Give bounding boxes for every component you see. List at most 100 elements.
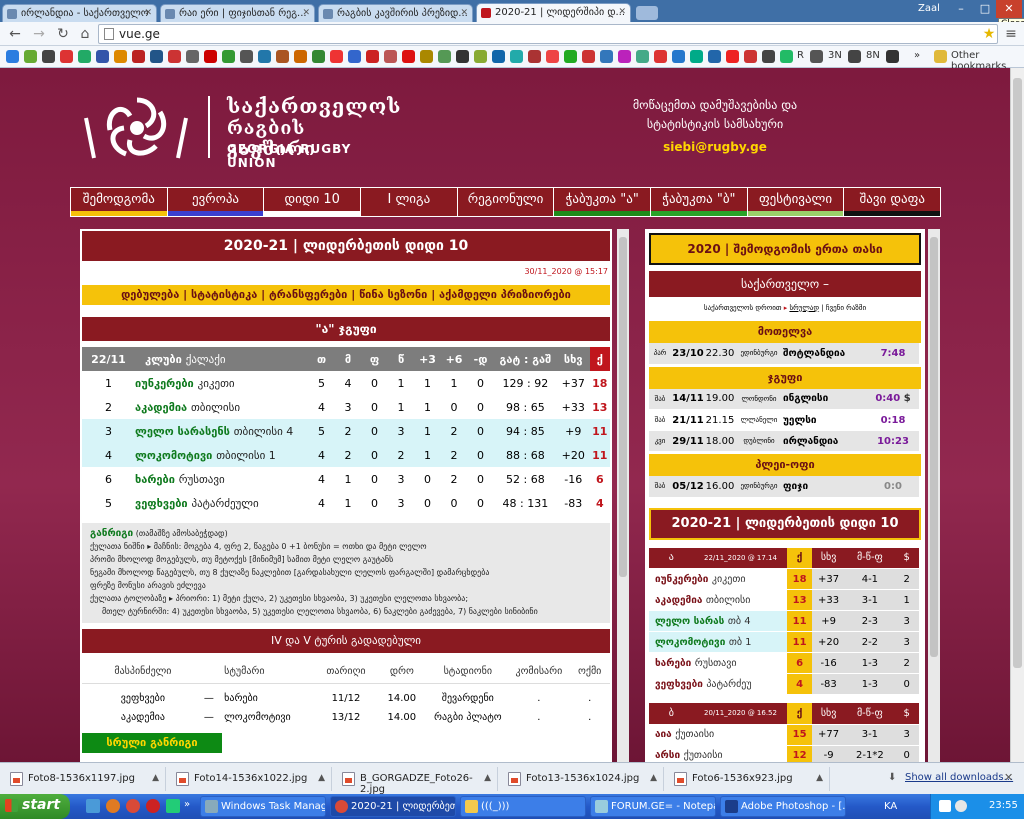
close-window-icon[interactable]: ✕ [996, 0, 1022, 18]
bookmark-icon[interactable] [762, 50, 775, 63]
link-statistics[interactable]: სტატისტიკა [191, 288, 257, 301]
taskbar-item[interactable]: Windows Task Manager [200, 796, 326, 817]
download-item[interactable]: Foto8-1536x1197.jpg ▲ [6, 767, 166, 791]
chevron-up-icon[interactable]: ▲ [816, 773, 823, 783]
bookmark-icon[interactable] [618, 50, 631, 63]
table-row[interactable]: 5 ვეფხვები პატარძეული 4 1 0 3 0 0 0 48 : 131 -83 4 [82, 491, 610, 515]
team-name[interactable]: აია [655, 729, 672, 740]
bookmark-icon[interactable] [384, 50, 397, 63]
maximize-icon[interactable]: □ [972, 0, 998, 18]
bookmark-icon[interactable] [848, 50, 861, 63]
link-prize-winners[interactable]: აქამდელი პრიზიორები [439, 288, 571, 301]
download-item[interactable]: B_GORGADZE_Foto26-2.jpg ▲ [338, 767, 498, 795]
match-row[interactable]: პარ 23/10 22.30 ედინბურგი შოტლანდია 7:48 [649, 343, 919, 365]
scrollbar-thumb[interactable] [619, 237, 627, 577]
bookmark-icon[interactable] [366, 50, 379, 63]
bookmark-icon[interactable] [438, 50, 451, 63]
table-row[interactable]: 1 იუნკერები კიკეთი 5 4 0 1 1 1 0 129 : 92 +37 18 [82, 371, 610, 395]
show-all-downloads-link[interactable]: Show all downloads... [905, 772, 1013, 783]
clock[interactable]: 23:55 [989, 800, 1018, 811]
bookmark-icon[interactable] [474, 50, 487, 63]
link-transfers[interactable]: ტრანსფერები [269, 288, 347, 301]
bookmark-icon[interactable] [96, 50, 109, 63]
bookmark-icon[interactable] [24, 50, 37, 63]
bookmark-icon[interactable] [258, 50, 271, 63]
firefox-icon[interactable] [106, 799, 120, 813]
bookmark-icon[interactable] [654, 50, 667, 63]
bookmark-icon[interactable] [6, 50, 19, 63]
bookmark-icon[interactable] [510, 50, 523, 63]
bookmark-icon[interactable] [690, 50, 703, 63]
bookmark-icon[interactable] [672, 50, 685, 63]
team-name[interactable]: არსი [655, 750, 680, 761]
close-tab-icon[interactable]: ✕ [618, 7, 626, 17]
menu-icon[interactable]: ≡ [1002, 25, 1020, 43]
bookmark-icon[interactable] [222, 50, 235, 63]
schedule-link[interactable]: განრიგი [90, 528, 133, 539]
chevron-up-icon[interactable]: ▲ [650, 773, 657, 783]
nav-youth-b[interactable]: ჭაბუკთა "ბ" [651, 188, 748, 216]
bookmark-icon[interactable] [276, 50, 289, 63]
browser-tab[interactable]: რაგბის კავშირის პრეზიდ... ✕ [318, 4, 473, 22]
browser-tab-active[interactable]: 2020-21 | ლიდერშიპი დ... ✕ [476, 3, 631, 22]
nav-europe[interactable]: ევროპა [167, 188, 265, 216]
bookmark-icon[interactable] [150, 50, 163, 63]
bookmark-icon[interactable] [240, 50, 253, 63]
table-row[interactable]: ლელო სარას თბ 4 11 +9 2-3 3 [649, 610, 919, 632]
taskbar-item[interactable]: (((_))) [460, 796, 586, 817]
download-item[interactable]: Foto6-1536x923.jpg ▲ [670, 767, 830, 791]
table-row[interactable]: ვეფხვები პატარძეუ 4 -83 1-3 0 [649, 673, 919, 695]
bookmark-icon[interactable] [492, 50, 505, 63]
table-row[interactable]: არსი ქუთაისი 12 -9 2-1*2 0 [649, 745, 919, 762]
match-row[interactable]: შაბ 21/11 21.15 ლლანელი უელსი 0:18 [649, 409, 919, 431]
reload-icon[interactable]: ↻ [54, 25, 72, 43]
team-name[interactable]: ლელო სარასენს [135, 425, 230, 438]
language-indicator[interactable]: KA [884, 801, 897, 812]
table-row[interactable]: აია ქუთაისი 15 +77 3-1 3 [649, 724, 919, 746]
table-row[interactable]: 2 აკადემია თბილისი 4 3 0 1 1 0 0 98 : 65 +33 13 [82, 395, 610, 419]
scrollbar-thumb[interactable] [1013, 78, 1022, 668]
quicklaunch-icon[interactable] [166, 799, 180, 813]
browser-tab[interactable]: რაი ერი | ფიჯისთან რეგ... ✕ [160, 4, 315, 22]
nav-festival[interactable]: ფესტივალი [747, 188, 845, 216]
nav-league1[interactable]: I ლიგა [361, 188, 458, 216]
nav-regional[interactable]: რეგიონული [457, 188, 555, 216]
match-row[interactable]: შაბ 14/11 19.00 ლონდონი ინგლისი 0:40 $ [649, 388, 919, 410]
bookmark-icon[interactable] [132, 50, 145, 63]
taskbar-item[interactable]: FORUM.GE= - Notepad [590, 796, 716, 817]
taskbar-item[interactable]: Adobe Photoshop - [... [720, 796, 846, 817]
bookmark-3n[interactable]: 3N [828, 50, 842, 61]
close-tab-icon[interactable]: ✕ [302, 8, 310, 18]
table-row[interactable]: ლოკომოტივი თბ 1 11 +20 2-2 3 [649, 631, 919, 653]
team-name[interactable]: აკადემია [135, 401, 187, 414]
profile-name[interactable]: Zaal [918, 3, 940, 14]
table-row[interactable]: ხარები რუსთავი 6 -16 1-3 2 [649, 652, 919, 674]
table-row[interactable]: 4 ლოკომოტივი თბილისი 1 4 2 0 2 1 2 0 88 : 68 +20 11 [82, 443, 610, 467]
team-name[interactable]: ვეფხვები [655, 679, 703, 690]
right-panel-scrollbar[interactable] [928, 229, 940, 762]
download-item[interactable]: Foto14-1536x1022.jpg ▲ [172, 767, 332, 791]
bookmark-star-icon[interactable]: ★ [980, 25, 998, 43]
quicklaunch-icon[interactable] [86, 799, 100, 813]
address-bar[interactable]: vue.ge [98, 24, 998, 44]
volume-icon[interactable] [955, 800, 967, 812]
bookmark-icon[interactable] [886, 50, 899, 63]
bookmark-icon[interactable] [402, 50, 415, 63]
chevron-up-icon[interactable]: ▲ [484, 773, 491, 783]
match-row[interactable]: კვი 29/11 18.00 დუბლინი ირლანდია 10:23 [649, 430, 919, 452]
team-name[interactable]: იუნკერები [135, 377, 194, 390]
subnav-full[interactable]: სრულად [789, 304, 819, 312]
team-name[interactable]: ხარები [135, 473, 175, 486]
bookmark-r[interactable]: R [797, 50, 804, 61]
bookmark-icon[interactable] [600, 50, 613, 63]
bookmark-8n[interactable]: 8N [866, 50, 880, 61]
bookmark-icon[interactable] [564, 50, 577, 63]
table-row[interactable]: 6 ხარები რუსთავი 4 1 0 3 0 2 0 52 : 68 -16 6 [82, 467, 610, 491]
bookmark-icon[interactable] [60, 50, 73, 63]
bookmark-icon[interactable] [294, 50, 307, 63]
link-regulations[interactable]: დებულება [121, 288, 179, 301]
chrome-icon[interactable] [126, 799, 140, 813]
home-icon[interactable]: ⌂ [76, 25, 94, 43]
bookmark-icon[interactable] [456, 50, 469, 63]
bookmark-icon[interactable] [168, 50, 181, 63]
